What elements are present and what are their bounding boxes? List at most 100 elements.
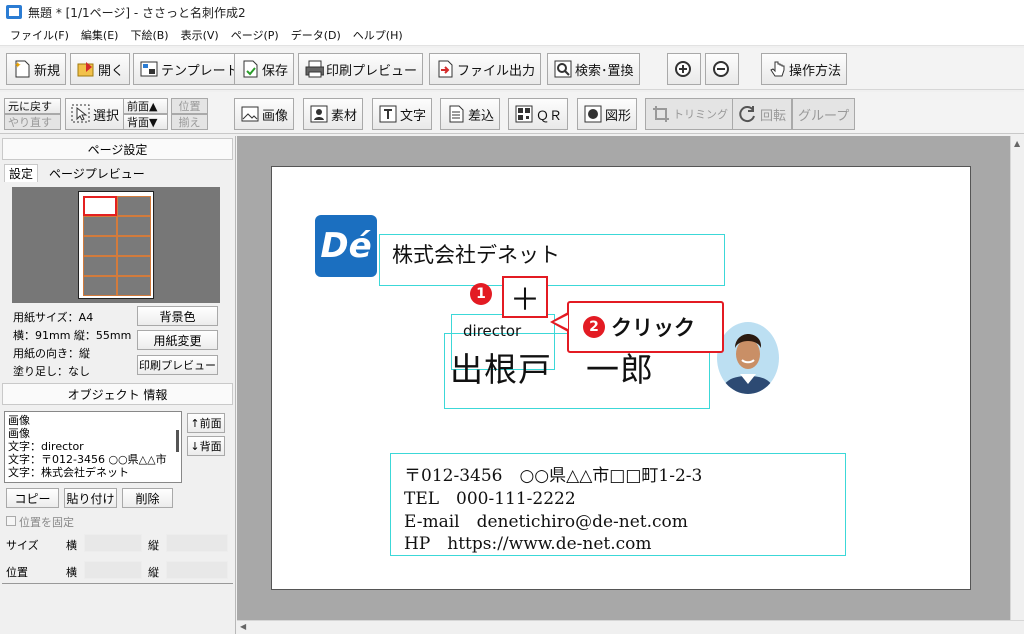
size-label: サイズ: [6, 539, 39, 552]
zoom-out-button[interactable]: [705, 53, 739, 85]
bring-front-label: 前面▲: [127, 100, 158, 113]
position-y-field[interactable]: [166, 561, 228, 579]
template-button[interactable]: テンプレート: [133, 53, 245, 85]
size-width-label: 横: [66, 539, 77, 552]
search-icon: [553, 59, 573, 79]
align-button-bottom[interactable]: 揃え: [171, 114, 208, 130]
rotate-button[interactable]: 回転: [732, 98, 793, 130]
company-logo[interactable]: Dé: [315, 215, 377, 277]
menu-edit[interactable]: 編集(E): [75, 27, 125, 43]
list-item[interactable]: 画像: [8, 414, 178, 427]
group-button[interactable]: グループ: [792, 98, 856, 130]
scroll-left-icon[interactable]: ◀: [240, 622, 246, 631]
send-back-button[interactable]: 背面▼: [123, 114, 168, 130]
merge-label: 差込: [468, 108, 495, 124]
save-button[interactable]: 保存: [234, 53, 295, 85]
tab-settings[interactable]: 設定: [4, 164, 39, 182]
fix-position-checkbox[interactable]: [6, 516, 16, 526]
profile-photo[interactable]: [717, 322, 779, 394]
shape-button[interactable]: 図形: [577, 98, 638, 130]
image-button[interactable]: 画像: [234, 98, 295, 130]
trim-button[interactable]: トリミング: [645, 98, 734, 130]
qr-button[interactable]: ＱＲ: [508, 98, 569, 130]
job-title-text[interactable]: director: [463, 322, 521, 340]
bring-front-button[interactable]: 前面▲: [123, 98, 168, 114]
help-button[interactable]: 操作方法: [761, 53, 848, 85]
tel-text[interactable]: TEL 000-111-2222: [404, 484, 576, 509]
print-preview-side-button[interactable]: 印刷プレビュー: [137, 355, 218, 375]
hp-text[interactable]: HP https://www.de-net.com: [404, 529, 652, 554]
select-button[interactable]: 選択: [65, 98, 126, 130]
print-preview-button[interactable]: 印刷プレビュー: [298, 53, 424, 85]
file-output-icon: [435, 59, 455, 79]
size-height-label: 縦: [148, 539, 159, 552]
list-item[interactable]: 画像: [8, 427, 178, 440]
align-button-top[interactable]: 位置: [171, 98, 208, 114]
text-button[interactable]: 文字: [372, 98, 433, 130]
menu-help[interactable]: ヘルプ(H): [347, 27, 409, 43]
position-y-label: 縦: [148, 566, 159, 579]
page-settings-header: ページ設定: [2, 138, 233, 160]
shape-icon: [583, 104, 603, 124]
undo-button[interactable]: 元に戻す: [4, 98, 61, 114]
open-button[interactable]: 開く: [70, 53, 131, 85]
preview-card[interactable]: [117, 236, 151, 256]
search-replace-button[interactable]: 検索･置換: [547, 53, 640, 85]
paste-button[interactable]: 貼り付け: [64, 488, 117, 508]
menu-view[interactable]: 表示(V): [175, 27, 225, 43]
step-1-badge: 1: [470, 283, 492, 305]
material-button[interactable]: 素材: [303, 98, 364, 130]
menu-underlay[interactable]: 下絵(B): [124, 27, 174, 43]
preview-card[interactable]: [117, 216, 151, 236]
merge-button[interactable]: 差込: [440, 98, 501, 130]
qr-code-icon: [514, 104, 534, 124]
step-2-badge: 2: [583, 316, 605, 338]
preview-card[interactable]: [83, 236, 117, 256]
size-height-field[interactable]: [166, 534, 228, 552]
object-back-button[interactable]: ↓背面: [187, 436, 225, 456]
redo-button[interactable]: やり直す: [4, 114, 61, 130]
copy-button[interactable]: コピー: [6, 488, 59, 508]
preview-grid: [83, 196, 151, 296]
object-list[interactable]: 画像 画像 文字：director 文字：〒012-3456 ○○県△△市 文字…: [4, 411, 182, 483]
preview-card[interactable]: [83, 276, 117, 296]
new-label: 新規: [34, 63, 61, 79]
search-replace-label: 検索･置換: [575, 63, 634, 79]
company-name-text[interactable]: 株式会社デネット: [392, 239, 560, 269]
menu-file[interactable]: ファイル(F): [4, 27, 75, 43]
move-handle-highlight[interactable]: ＋: [502, 276, 548, 318]
scroll-up-icon[interactable]: ▲: [1014, 139, 1020, 148]
menu-data[interactable]: データ(D): [285, 27, 347, 43]
object-front-button[interactable]: ↑前面: [187, 413, 225, 433]
preview-card[interactable]: [83, 256, 117, 276]
object-list-scrollbar[interactable]: [176, 430, 179, 452]
change-paper-button[interactable]: 用紙変更: [137, 330, 218, 350]
horizontal-scrollbar[interactable]: ◀: [237, 620, 1024, 634]
preview-card[interactable]: [83, 216, 117, 236]
menu-page[interactable]: ページ(P): [225, 27, 285, 43]
menu-bar: ファイル(F) 編集(E) 下絵(B) 表示(V) ページ(P) データ(D) …: [0, 24, 1024, 46]
address-text[interactable]: 〒012-3456 ○○県△△市□□町1-2-3: [404, 461, 702, 486]
new-button[interactable]: ✦ 新規: [6, 53, 67, 85]
list-item[interactable]: 文字：〒012-3456 ○○県△△市: [8, 453, 178, 466]
list-item[interactable]: 文字：株式会社デネット: [8, 466, 178, 479]
preview-card-selected[interactable]: [83, 196, 117, 216]
zoom-in-button[interactable]: [667, 53, 701, 85]
preview-card[interactable]: [117, 276, 151, 296]
new-file-icon: ✦: [12, 59, 32, 79]
position-x-field[interactable]: [84, 561, 142, 579]
move-cross-icon: ＋: [510, 283, 540, 318]
vertical-scrollbar[interactable]: ▲: [1010, 136, 1024, 620]
window-title: 無題 * [1/1ページ] - ささっと名刺作成2: [28, 5, 246, 20]
business-card[interactable]: Dé 株式会社デネット director 出根戸 一郎 〒012-3456 ○○…: [271, 166, 971, 590]
tab-page-preview[interactable]: ページプレビュー: [45, 164, 149, 182]
group-label: グループ: [798, 108, 850, 124]
background-color-button[interactable]: 背景色: [137, 306, 218, 326]
position-label: 位置: [6, 566, 28, 579]
delete-button[interactable]: 削除: [122, 488, 173, 508]
preview-card[interactable]: [117, 196, 151, 216]
preview-card[interactable]: [117, 256, 151, 276]
file-output-button[interactable]: ファイル出力: [429, 53, 542, 85]
size-width-field[interactable]: [84, 534, 142, 552]
list-item[interactable]: 文字：director: [8, 440, 178, 453]
